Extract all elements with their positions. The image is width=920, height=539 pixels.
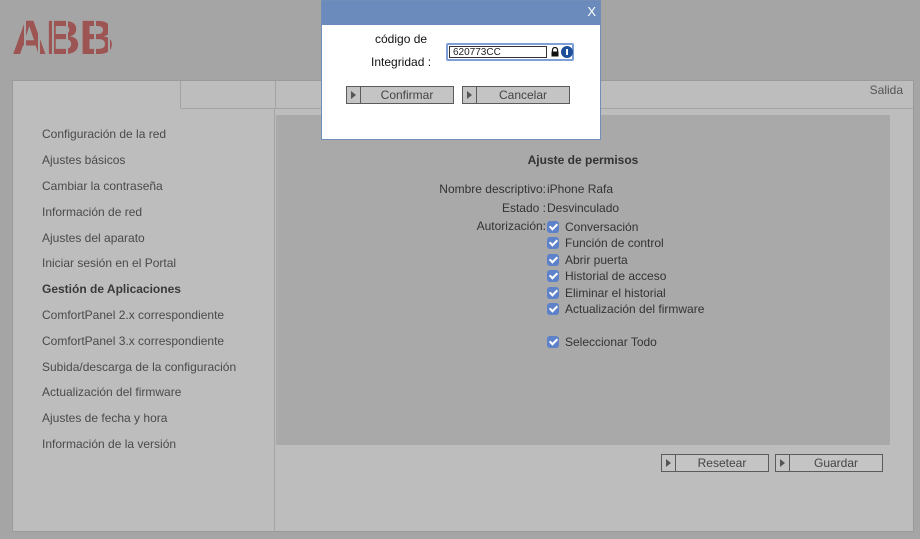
permission-label: Actualización del firmware	[565, 302, 705, 316]
sidebar-item-date-time[interactable]: Ajustes de fecha y hora	[42, 411, 167, 425]
sidebar-item-network-config[interactable]: Configuración de la red	[42, 127, 166, 141]
sidebar-item-portal-login[interactable]: Iniciar sesión en el Portal	[42, 256, 176, 270]
descriptive-name-value: iPhone Rafa	[547, 182, 614, 196]
checkbox-checked-icon[interactable]	[547, 221, 559, 233]
sidebar-item-version-info[interactable]: Información de la versión	[42, 437, 176, 451]
sidebar-item-app-management[interactable]: Gestión de Aplicaciones	[42, 282, 181, 296]
integrity-code-field[interactable]	[446, 43, 574, 61]
permission-conversation[interactable]: Conversación	[547, 220, 638, 234]
checkbox-checked-icon[interactable]	[547, 237, 559, 249]
sidebar-item-change-password[interactable]: Cambiar la contraseña	[42, 179, 163, 193]
checkbox-checked-icon[interactable]	[547, 287, 559, 299]
main-panel: Salida Configuración de la red Ajustes b…	[12, 80, 914, 532]
reset-button-label: Resetear	[697, 456, 747, 470]
cancel-button[interactable]: Cancelar	[462, 86, 570, 104]
state-value: Desvinculado	[547, 201, 620, 215]
reset-button[interactable]: Resetear	[661, 454, 769, 472]
sidebar-item-config-upload-download[interactable]: Subida/descarga de la configuración	[42, 360, 236, 374]
top-tab	[13, 81, 181, 109]
authorization-label: Autorización:	[476, 219, 546, 233]
confirm-button[interactable]: Confirmar	[346, 86, 454, 104]
state-label: Estado :	[501, 201, 546, 215]
integrity-code-dialog: X código de Integridad : Confirmar Cance…	[321, 0, 601, 140]
sidebar-item-firmware-update[interactable]: Actualización del firmware	[42, 385, 181, 399]
permission-control-function[interactable]: Función de control	[547, 236, 664, 250]
lock-icon	[551, 47, 559, 57]
permission-firmware-update[interactable]: Actualización del firmware	[547, 302, 704, 316]
sidebar-item-basic-settings[interactable]: Ajustes básicos	[42, 153, 125, 167]
permission-open-door[interactable]: Abrir puerta	[547, 253, 628, 267]
sidebar-item-comfortpanel-2x[interactable]: ComfortPanel 2.x correspondiente	[42, 308, 224, 322]
select-all-checkbox[interactable]: Seleccionar Todo	[547, 335, 657, 349]
permissions-panel: Ajuste de permisos Nombre descriptivo: i…	[276, 115, 890, 445]
checkbox-checked-icon[interactable]	[547, 336, 559, 348]
permission-label: Eliminar el historial	[565, 286, 666, 300]
permissions-title: Ajuste de permisos	[527, 153, 639, 167]
sidebar-item-comfortpanel-3x[interactable]: ComfortPanel 3.x correspondiente	[42, 334, 224, 348]
exit-link[interactable]: Salida	[870, 83, 903, 97]
sidebar-item-network-info[interactable]: Información de red	[42, 205, 142, 219]
permission-access-history[interactable]: Historial de acceso	[547, 269, 666, 283]
sidebar-nav: Configuración de la red Ajustes básicos …	[13, 109, 275, 532]
save-button[interactable]: Guardar	[775, 454, 883, 472]
permission-label: Función de control	[565, 236, 664, 250]
permission-label: Abrir puerta	[565, 253, 628, 267]
descriptive-name-label: Nombre descriptivo:	[439, 182, 546, 196]
cancel-button-label: Cancelar	[498, 88, 548, 102]
close-icon[interactable]: X	[587, 4, 596, 19]
checkbox-checked-icon[interactable]	[547, 270, 559, 282]
sidebar-item-device-settings[interactable]: Ajustes del aparato	[42, 231, 145, 245]
abb-logo: ABB	[12, 15, 124, 63]
permission-delete-history[interactable]: Eliminar el historial	[547, 286, 666, 300]
play-arrow-icon	[463, 87, 477, 103]
logo-text: ABB	[12, 15, 124, 63]
integrity-code-label-line1: código de	[375, 32, 428, 46]
save-button-label: Guardar	[813, 456, 859, 470]
integrity-code-label-line2: Integridad :	[371, 55, 432, 69]
permission-label: Historial de acceso	[565, 269, 667, 283]
confirm-button-label: Confirmar	[380, 88, 434, 102]
integrity-code-input[interactable]	[449, 46, 547, 58]
play-arrow-icon	[662, 455, 676, 471]
password-manager-icon[interactable]	[561, 46, 573, 58]
play-arrow-icon	[776, 455, 790, 471]
select-all-label: Seleccionar Todo	[565, 335, 657, 349]
checkbox-checked-icon[interactable]	[547, 254, 559, 266]
checkbox-checked-icon[interactable]	[547, 303, 559, 315]
dialog-title-bar: X	[322, 1, 600, 25]
play-arrow-icon	[347, 87, 361, 103]
permission-label: Conversación	[565, 220, 639, 234]
topbar-divider	[275, 81, 276, 109]
